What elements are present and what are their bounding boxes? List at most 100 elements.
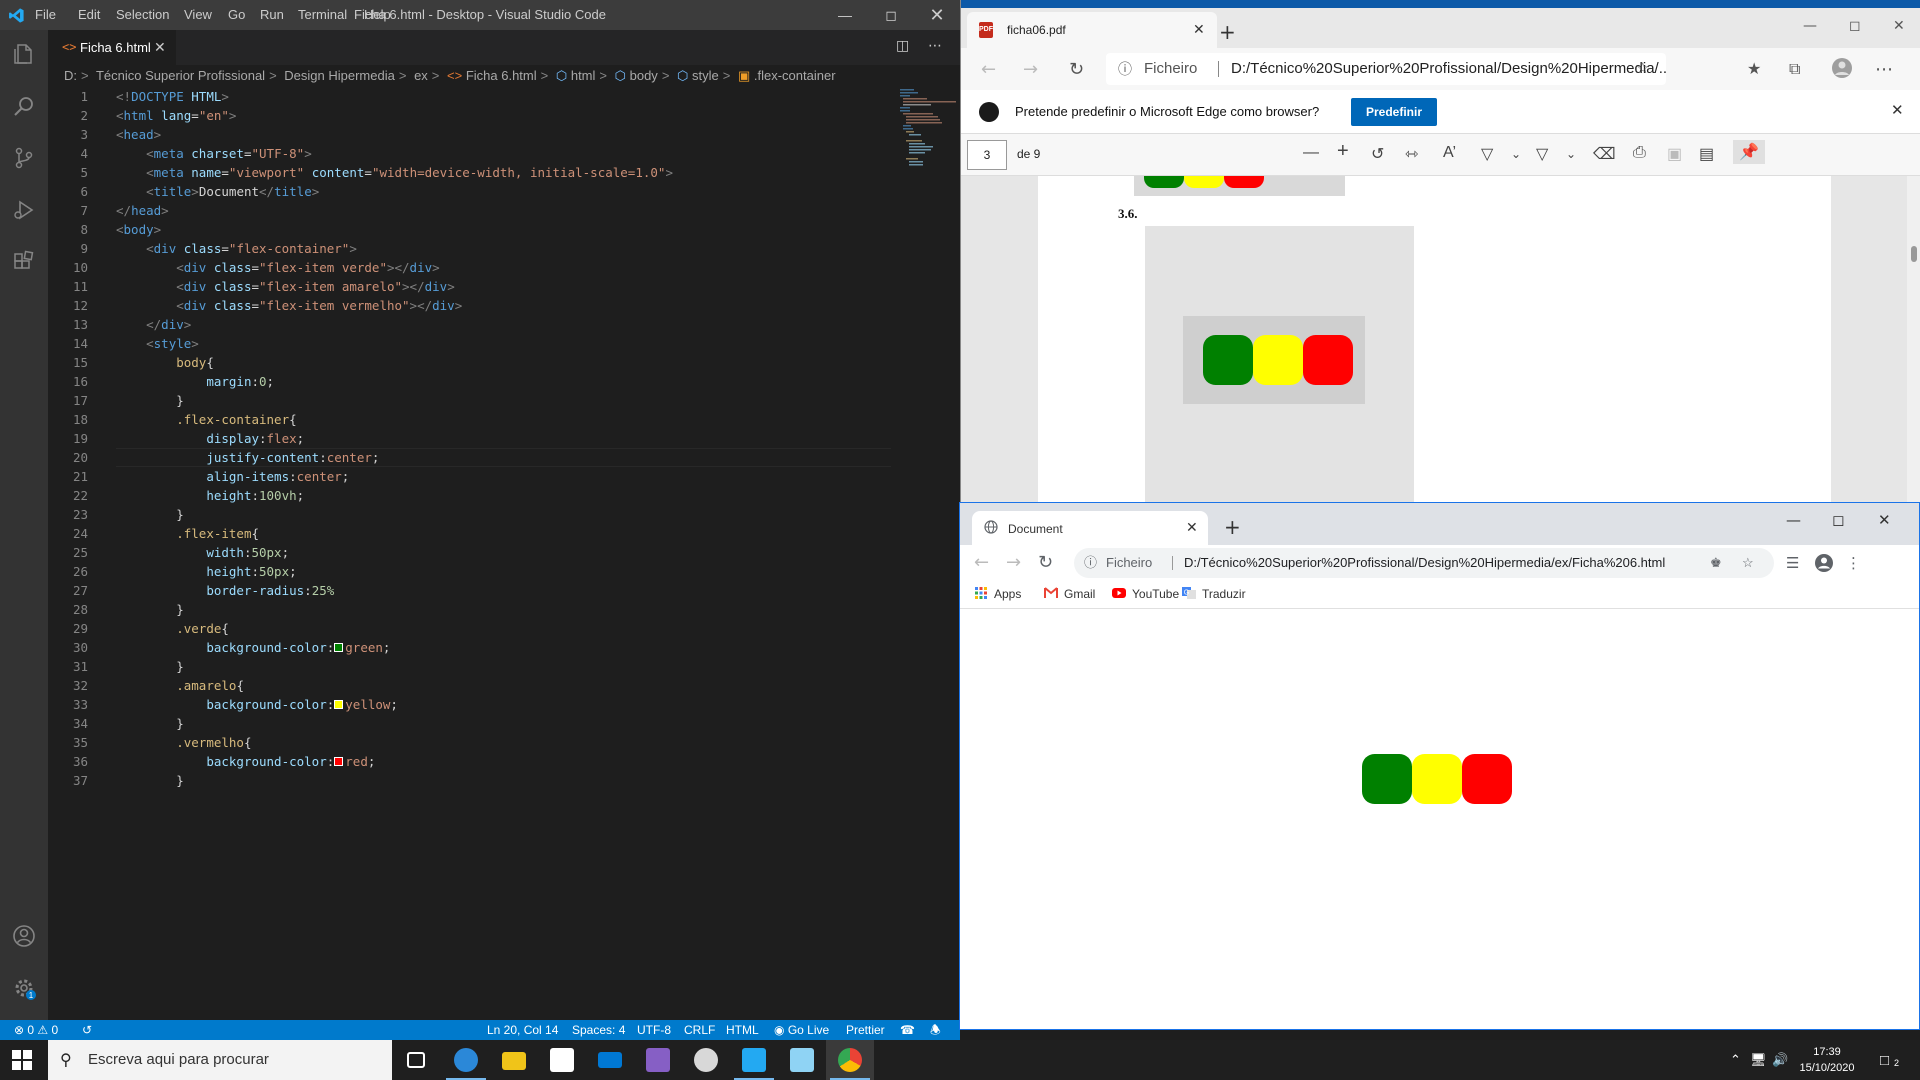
menu-edit[interactable]: Edit — [78, 7, 100, 22]
accounts-icon[interactable] — [12, 924, 36, 948]
fit-page-icon[interactable]: ⇿ — [1405, 144, 1418, 164]
code-line[interactable]: .vermelho{ — [116, 733, 896, 752]
code-line[interactable]: <head> — [116, 125, 896, 144]
new-tab-icon[interactable]: + — [1219, 20, 1236, 44]
minimize-icon[interactable]: — — [822, 0, 868, 30]
favorite-star-icon[interactable]: ☆ — [1636, 53, 1649, 85]
breadcrumb-item[interactable]: .flex-container — [754, 68, 836, 83]
translate-icon[interactable]: ♚ — [1710, 548, 1722, 578]
network-icon[interactable]: 🖥 — [1750, 1052, 1767, 1068]
more-actions-icon[interactable]: ⋯ — [928, 38, 942, 54]
notifications-bell-icon[interactable]: 🕭 — [930, 1020, 941, 1040]
edge-tab-pdf[interactable]: PDF ficha06.pdf ✕ — [967, 12, 1217, 48]
code-line[interactable]: } — [116, 771, 896, 790]
code-line[interactable]: <style> — [116, 334, 896, 353]
menu-file[interactable]: File — [35, 7, 56, 22]
maximize-icon[interactable]: ◻ — [868, 0, 914, 30]
breadcrumb-item[interactable]: html — [571, 68, 596, 83]
taskbar-visual-studio[interactable] — [634, 1040, 682, 1080]
code-line[interactable]: <html lang="en"> — [116, 106, 896, 125]
code-line[interactable]: <meta charset="UTF-8"> — [116, 144, 896, 163]
bookmark-youtube[interactable]: YouTube — [1112, 587, 1179, 601]
read-aloud-icon[interactable]: A’ — [1443, 144, 1456, 162]
editor-tab-ficha6[interactable]: <> Ficha 6.html ✕ — [48, 30, 176, 65]
minimap[interactable] — [898, 87, 956, 167]
zoom-in-icon[interactable]: + — [1337, 140, 1349, 163]
chevron-up-icon[interactable]: ⌃ — [1730, 1052, 1741, 1068]
info-icon[interactable]: ⓘ — [1118, 53, 1132, 85]
code-line[interactable]: .verde{ — [116, 619, 896, 638]
code-line[interactable]: .amarelo{ — [116, 676, 896, 695]
code-line[interactable]: </head> — [116, 201, 896, 220]
code-line[interactable]: .flex-container{ — [116, 410, 896, 429]
pdf-viewport[interactable]: 3.6. — [961, 176, 1920, 502]
profile-avatar-icon[interactable] — [1814, 553, 1834, 573]
close-tab-icon[interactable]: ✕ — [1186, 519, 1198, 536]
color-swatch-icon[interactable] — [334, 700, 344, 709]
go-live-button[interactable]: ◉ Go Live — [774, 1020, 829, 1040]
live-share-icon[interactable]: ↺ — [82, 1020, 92, 1040]
code-line[interactable]: border-radius:25% — [116, 581, 896, 600]
chevron-down-icon[interactable]: ⌄ — [1566, 147, 1576, 161]
code-line[interactable]: <!DOCTYPE HTML> — [116, 87, 896, 106]
taskbar-search-box[interactable]: ⚲ Escreva aqui para procurar — [48, 1040, 392, 1080]
chevron-down-icon[interactable]: ⌄ — [1511, 147, 1521, 161]
code-line[interactable]: </div> — [116, 315, 896, 334]
code-line[interactable]: <div class="flex-item amarelo"></div> — [116, 277, 896, 296]
problems-indicator[interactable]: ⊗ 0 ⚠ 0 — [14, 1020, 58, 1040]
split-editor-icon[interactable]: ◫ — [896, 38, 909, 54]
color-swatch-icon[interactable] — [334, 643, 344, 652]
close-infobar-icon[interactable]: ✕ — [1891, 101, 1904, 119]
code-line[interactable]: background-color: red; — [116, 752, 896, 771]
menu-go[interactable]: Go — [228, 7, 245, 22]
code-line[interactable]: background-color: green; — [116, 638, 896, 657]
breadcrumb-item[interactable]: D: — [64, 68, 77, 83]
prettier-button[interactable]: Prettier — [846, 1020, 885, 1040]
code-line[interactable]: <div class="flex-item vermelho"></div> — [116, 296, 896, 315]
taskbar-vscode[interactable] — [730, 1040, 778, 1080]
close-icon[interactable]: ✕ — [1878, 511, 1891, 529]
profile-avatar-icon[interactable] — [1831, 57, 1853, 79]
bookmark-star-icon[interactable]: ☆ — [1742, 548, 1754, 578]
zoom-out-icon[interactable]: — — [1303, 144, 1319, 162]
save-as-icon[interactable]: ▤ — [1699, 144, 1714, 164]
feedback-icon[interactable]: ☎ — [900, 1020, 915, 1040]
search-icon[interactable] — [12, 94, 36, 118]
volume-icon[interactable]: 🔊 — [1772, 1052, 1788, 1068]
code-editor[interactable]: 1 2 3 4 5 6 7 8 9 10 11 12 13 14 15 16 17 18 19 20 21 22 23 24 2… — [48, 87, 960, 1020]
taskbar-chrome[interactable] — [826, 1040, 874, 1080]
more-menu-icon[interactable]: ⋮ — [1846, 554, 1861, 572]
menu-terminal[interactable]: Terminal — [298, 7, 347, 22]
code-line[interactable]: width:50px; — [116, 543, 896, 562]
breadcrumb-item[interactable]: Design Hipermedia — [284, 68, 395, 83]
bookmark-traduzir[interactable]: G Traduzir — [1182, 587, 1246, 601]
taskbar-mail[interactable] — [586, 1040, 634, 1080]
code-lines[interactable]: <!DOCTYPE HTML> <html lang="en"> <head> <m… — [116, 87, 896, 790]
code-line[interactable]: <div class="flex-container"> — [116, 239, 896, 258]
language-mode[interactable]: HTML — [726, 1020, 759, 1040]
manage-gear-icon[interactable]: 1 — [12, 976, 36, 1000]
taskbar-file-explorer[interactable] — [490, 1040, 538, 1080]
maximize-icon[interactable]: ◻ — [1832, 511, 1844, 529]
menu-run[interactable]: Run — [260, 7, 284, 22]
eraser-icon[interactable]: ⌫ — [1593, 144, 1616, 164]
close-icon[interactable]: ✕ — [914, 0, 960, 30]
code-line[interactable]: margin:0; — [116, 372, 896, 391]
line-endings[interactable]: CRLF — [684, 1020, 715, 1040]
highlight-icon[interactable]: ▽ — [1536, 144, 1548, 164]
explorer-icon[interactable] — [12, 42, 36, 66]
taskbar-store[interactable] — [538, 1040, 586, 1080]
menu-selection[interactable]: Selection — [116, 7, 169, 22]
close-icon[interactable]: ✕ — [1893, 18, 1905, 34]
code-line[interactable]: } — [116, 657, 896, 676]
encoding[interactable]: UTF-8 — [637, 1020, 671, 1040]
save-icon[interactable]: ▣ — [1667, 144, 1682, 164]
chrome-tab-document[interactable]: Document ✕ — [972, 511, 1208, 545]
minimize-icon[interactable]: — — [1803, 18, 1817, 34]
new-tab-icon[interactable]: + — [1224, 515, 1241, 539]
close-tab-icon[interactable]: ✕ — [154, 39, 166, 56]
forward-icon[interactable]: → — [1023, 59, 1038, 80]
taskbar-notepad[interactable] — [778, 1040, 826, 1080]
taskbar-edge[interactable] — [442, 1040, 490, 1080]
code-line[interactable]: <body> — [116, 220, 896, 239]
